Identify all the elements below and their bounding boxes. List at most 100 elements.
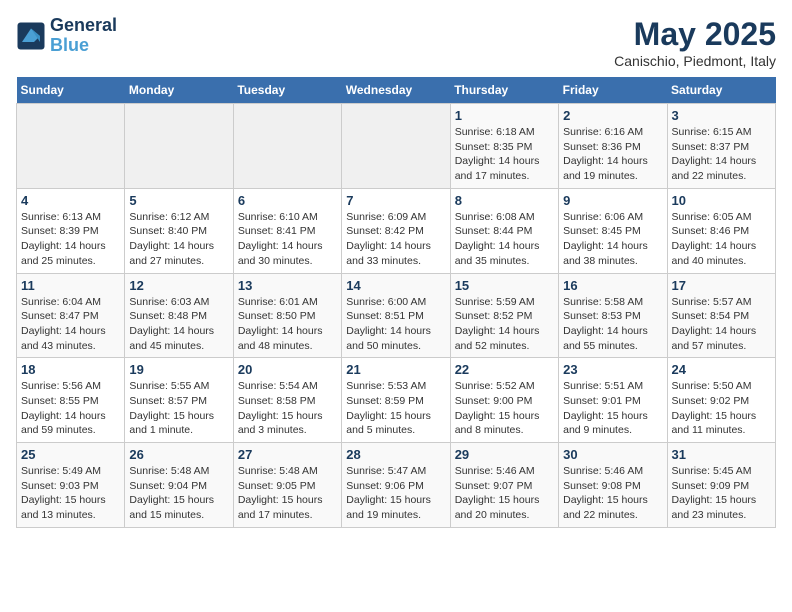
day-number: 1: [455, 108, 554, 123]
calendar-cell: 10 Sunrise: 6:05 AM Sunset: 8:46 PM Dayli…: [667, 188, 775, 273]
calendar-cell: 4 Sunrise: 6:13 AM Sunset: 8:39 PM Daylig…: [17, 188, 125, 273]
day-number: 7: [346, 193, 445, 208]
calendar-cell: 19 Sunrise: 5:55 AM Sunset: 8:57 PM Dayli…: [125, 358, 233, 443]
calendar-cell: 15 Sunrise: 5:59 AM Sunset: 8:52 PM Dayli…: [450, 273, 558, 358]
day-info: Sunrise: 5:51 AM Sunset: 9:01 PM Dayligh…: [563, 379, 662, 438]
day-info: Sunrise: 5:52 AM Sunset: 9:00 PM Dayligh…: [455, 379, 554, 438]
calendar-cell: 13 Sunrise: 6:01 AM Sunset: 8:50 PM Dayli…: [233, 273, 341, 358]
day-info: Sunrise: 6:12 AM Sunset: 8:40 PM Dayligh…: [129, 210, 228, 269]
day-number: 4: [21, 193, 120, 208]
calendar-cell: 14Sunrise: 6:00 AM Sunset: 8:51 PM Dayli…: [342, 273, 450, 358]
day-number: 27: [238, 447, 337, 462]
day-info: Sunrise: 6:15 AM Sunset: 8:37 PM Dayligh…: [672, 125, 771, 184]
calendar-cell: 24 Sunrise: 5:50 AM Sunset: 9:02 PM Dayli…: [667, 358, 775, 443]
calendar-cell: 31 Sunrise: 5:45 AM Sunset: 9:09 PM Dayli…: [667, 443, 775, 528]
day-number: 30: [563, 447, 662, 462]
day-info: Sunrise: 5:59 AM Sunset: 8:52 PM Dayligh…: [455, 295, 554, 354]
day-number: 22: [455, 362, 554, 377]
calendar-cell: 3 Sunrise: 6:15 AM Sunset: 8:37 PM Daylig…: [667, 104, 775, 189]
calendar-cell: 27 Sunrise: 5:48 AM Sunset: 9:05 PM Dayli…: [233, 443, 341, 528]
day-number: 20: [238, 362, 337, 377]
calendar-cell: 1 Sunrise: 6:18 AM Sunset: 8:35 PM Daylig…: [450, 104, 558, 189]
calendar-week-1: 1 Sunrise: 6:18 AM Sunset: 8:35 PM Daylig…: [17, 104, 776, 189]
day-info: Sunrise: 5:48 AM Sunset: 9:04 PM Dayligh…: [129, 464, 228, 523]
day-number: 26: [129, 447, 228, 462]
day-info: Sunrise: 5:53 AM Sunset: 8:59 PM Dayligh…: [346, 379, 445, 438]
day-number: 15: [455, 278, 554, 293]
weekday-header-thursday: Thursday: [450, 77, 558, 104]
calendar-week-3: 11 Sunrise: 6:04 AM Sunset: 8:47 PM Dayli…: [17, 273, 776, 358]
day-number: 18: [21, 362, 120, 377]
weekday-header-wednesday: Wednesday: [342, 77, 450, 104]
day-info: Sunrise: 6:03 AM Sunset: 8:48 PM Dayligh…: [129, 295, 228, 354]
day-info: Sunrise: 5:47 AM Sunset: 9:06 PM Dayligh…: [346, 464, 445, 523]
calendar-table: SundayMondayTuesdayWednesdayThursdayFrid…: [16, 77, 776, 528]
day-number: 28: [346, 447, 445, 462]
day-info: Sunrise: 5:46 AM Sunset: 9:08 PM Dayligh…: [563, 464, 662, 523]
weekday-header-row: SundayMondayTuesdayWednesdayThursdayFrid…: [17, 77, 776, 104]
calendar-cell: [233, 104, 341, 189]
day-number: 3: [672, 108, 771, 123]
day-number: 11: [21, 278, 120, 293]
calendar-cell: 18Sunrise: 5:56 AM Sunset: 8:55 PM Dayli…: [17, 358, 125, 443]
title-block: May 2025 Canischio, Piedmont, Italy: [614, 16, 776, 69]
calendar-week-5: 25Sunrise: 5:49 AM Sunset: 9:03 PM Dayli…: [17, 443, 776, 528]
day-number: 9: [563, 193, 662, 208]
day-number: 2: [563, 108, 662, 123]
day-info: Sunrise: 6:04 AM Sunset: 8:47 PM Dayligh…: [21, 295, 120, 354]
day-info: Sunrise: 5:45 AM Sunset: 9:09 PM Dayligh…: [672, 464, 771, 523]
location-subtitle: Canischio, Piedmont, Italy: [614, 53, 776, 69]
weekday-header-sunday: Sunday: [17, 77, 125, 104]
day-info: Sunrise: 6:01 AM Sunset: 8:50 PM Dayligh…: [238, 295, 337, 354]
calendar-cell: 7 Sunrise: 6:09 AM Sunset: 8:42 PM Daylig…: [342, 188, 450, 273]
calendar-cell: 6 Sunrise: 6:10 AM Sunset: 8:41 PM Daylig…: [233, 188, 341, 273]
day-info: Sunrise: 5:48 AM Sunset: 9:05 PM Dayligh…: [238, 464, 337, 523]
calendar-cell: 30 Sunrise: 5:46 AM Sunset: 9:08 PM Dayli…: [559, 443, 667, 528]
day-info: Sunrise: 6:09 AM Sunset: 8:42 PM Dayligh…: [346, 210, 445, 269]
day-info: Sunrise: 6:16 AM Sunset: 8:36 PM Dayligh…: [563, 125, 662, 184]
day-info: Sunrise: 5:58 AM Sunset: 8:53 PM Dayligh…: [563, 295, 662, 354]
day-info: Sunrise: 6:06 AM Sunset: 8:45 PM Dayligh…: [563, 210, 662, 269]
day-number: 25: [21, 447, 120, 462]
day-number: 5: [129, 193, 228, 208]
day-info: Sunrise: 6:18 AM Sunset: 8:35 PM Dayligh…: [455, 125, 554, 184]
calendar-cell: 17Sunrise: 5:57 AM Sunset: 8:54 PM Dayli…: [667, 273, 775, 358]
day-number: 10: [672, 193, 771, 208]
calendar-cell: 12 Sunrise: 6:03 AM Sunset: 8:48 PM Dayli…: [125, 273, 233, 358]
day-info: Sunrise: 6:13 AM Sunset: 8:39 PM Dayligh…: [21, 210, 120, 269]
weekday-header-friday: Friday: [559, 77, 667, 104]
day-info: Sunrise: 5:55 AM Sunset: 8:57 PM Dayligh…: [129, 379, 228, 438]
calendar-cell: 8 Sunrise: 6:08 AM Sunset: 8:44 PM Daylig…: [450, 188, 558, 273]
day-number: 14: [346, 278, 445, 293]
day-info: Sunrise: 5:50 AM Sunset: 9:02 PM Dayligh…: [672, 379, 771, 438]
calendar-cell: 2 Sunrise: 6:16 AM Sunset: 8:36 PM Daylig…: [559, 104, 667, 189]
day-info: Sunrise: 6:05 AM Sunset: 8:46 PM Dayligh…: [672, 210, 771, 269]
day-number: 31: [672, 447, 771, 462]
day-number: 19: [129, 362, 228, 377]
calendar-cell: [342, 104, 450, 189]
day-number: 8: [455, 193, 554, 208]
calendar-cell: 22 Sunrise: 5:52 AM Sunset: 9:00 PM Dayli…: [450, 358, 558, 443]
weekday-header-saturday: Saturday: [667, 77, 775, 104]
calendar-cell: 26 Sunrise: 5:48 AM Sunset: 9:04 PM Dayli…: [125, 443, 233, 528]
calendar-cell: 9 Sunrise: 6:06 AM Sunset: 8:45 PM Daylig…: [559, 188, 667, 273]
day-number: 12: [129, 278, 228, 293]
logo: General Blue: [16, 16, 117, 56]
calendar-cell: 20 Sunrise: 5:54 AM Sunset: 8:58 PM Dayli…: [233, 358, 341, 443]
day-number: 6: [238, 193, 337, 208]
calendar-cell: 11 Sunrise: 6:04 AM Sunset: 8:47 PM Dayli…: [17, 273, 125, 358]
day-info: Sunrise: 6:08 AM Sunset: 8:44 PM Dayligh…: [455, 210, 554, 269]
day-number: 21: [346, 362, 445, 377]
day-number: 13: [238, 278, 337, 293]
day-number: 23: [563, 362, 662, 377]
calendar-week-4: 18Sunrise: 5:56 AM Sunset: 8:55 PM Dayli…: [17, 358, 776, 443]
day-number: 24: [672, 362, 771, 377]
logo-icon: [16, 21, 46, 51]
day-number: 16: [563, 278, 662, 293]
day-info: Sunrise: 5:54 AM Sunset: 8:58 PM Dayligh…: [238, 379, 337, 438]
day-info: Sunrise: 5:57 AM Sunset: 8:54 PM Dayligh…: [672, 295, 771, 354]
calendar-cell: 29Sunrise: 5:46 AM Sunset: 9:07 PM Dayli…: [450, 443, 558, 528]
day-info: Sunrise: 6:10 AM Sunset: 8:41 PM Dayligh…: [238, 210, 337, 269]
calendar-cell: 16 Sunrise: 5:58 AM Sunset: 8:53 PM Dayli…: [559, 273, 667, 358]
calendar-cell: 5 Sunrise: 6:12 AM Sunset: 8:40 PM Daylig…: [125, 188, 233, 273]
